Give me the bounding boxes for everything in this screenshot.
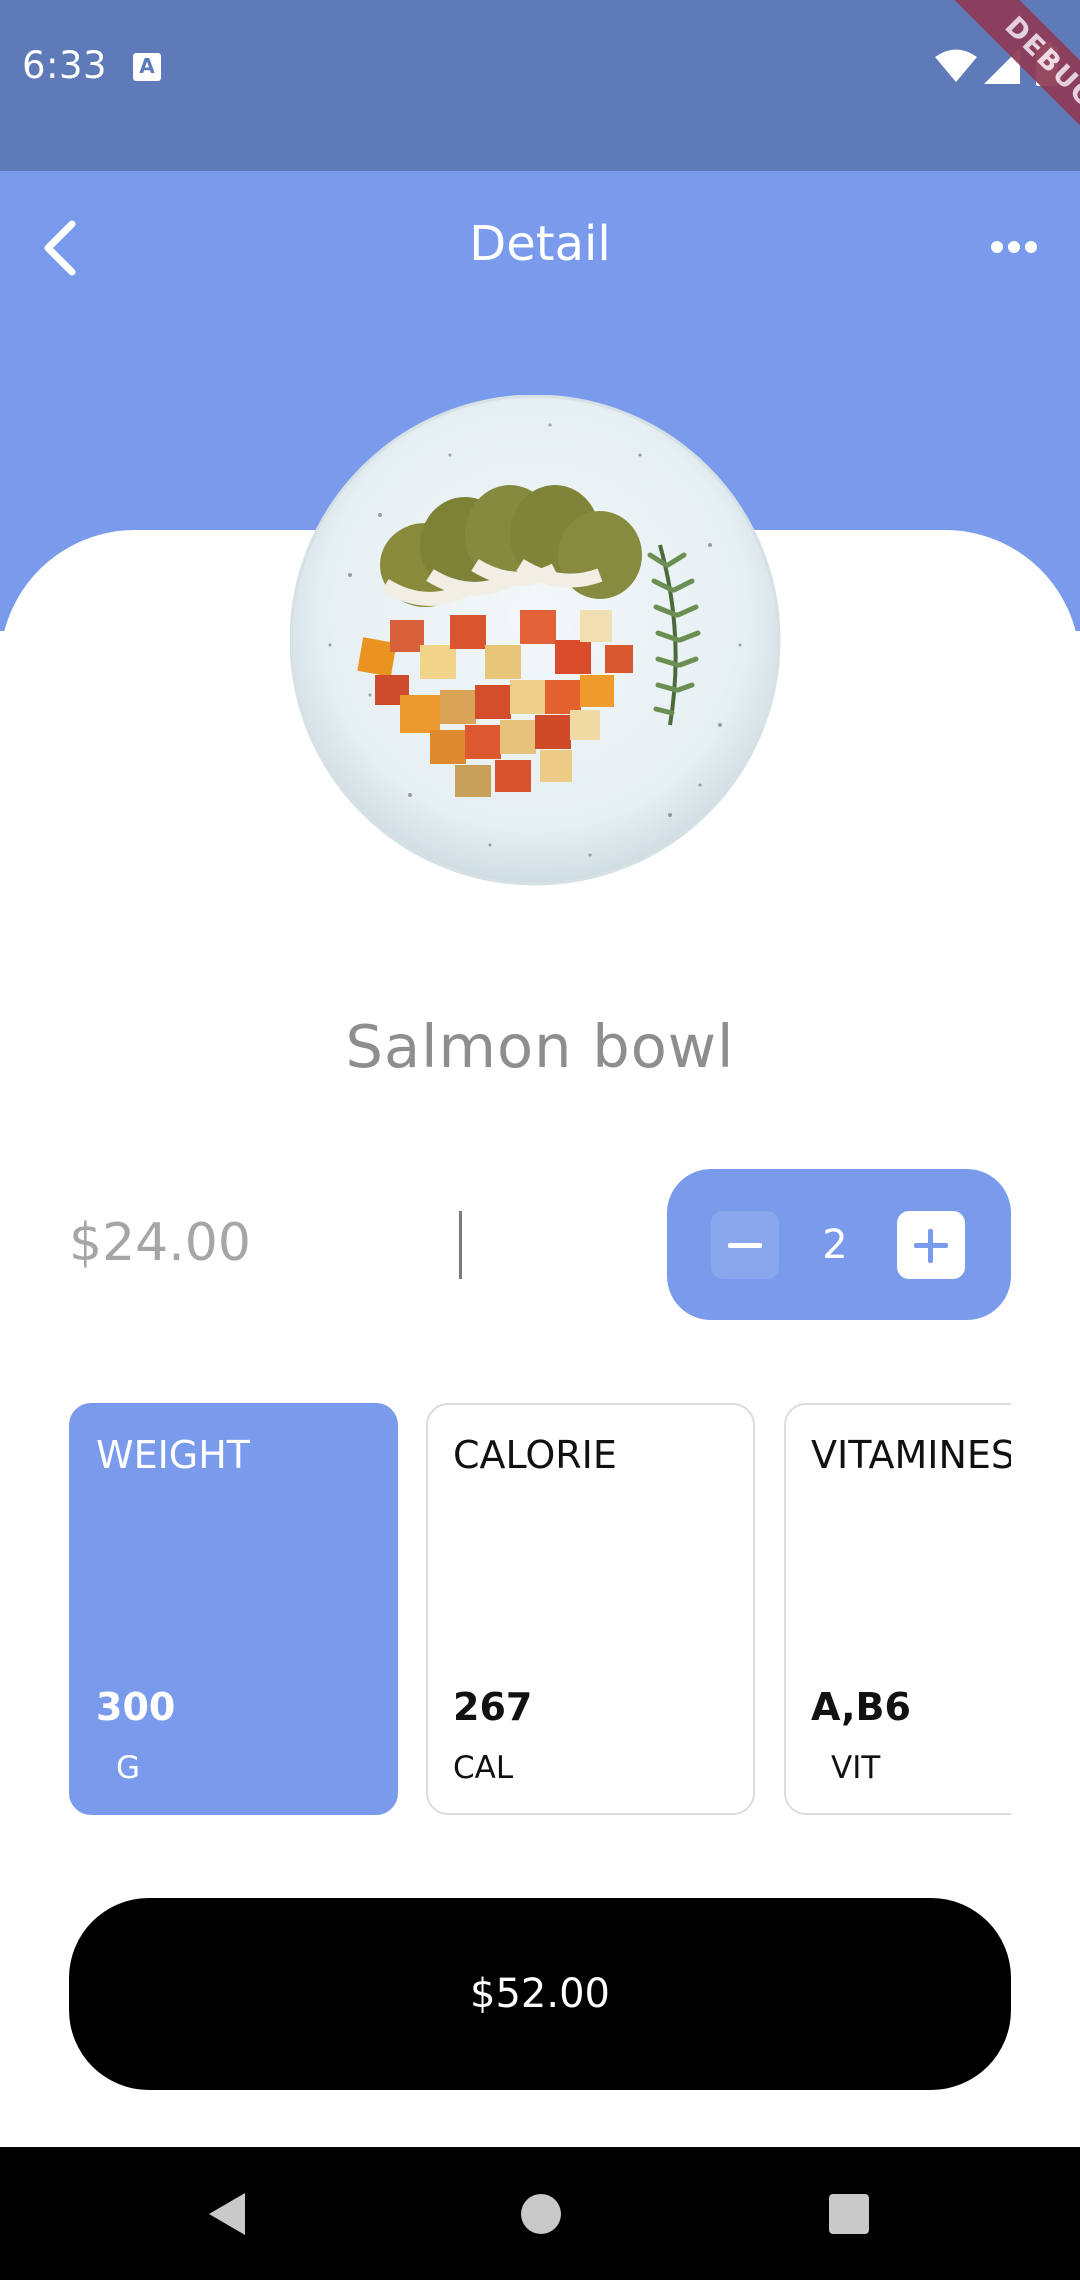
- food-plate-image: [290, 395, 781, 886]
- nav-home-icon[interactable]: [521, 2194, 561, 2234]
- card-unit: G: [116, 1750, 141, 1786]
- card-title: WEIGHT: [96, 1433, 251, 1477]
- card-title: CALORIE: [453, 1433, 617, 1477]
- plus-icon[interactable]: [897, 1211, 965, 1279]
- total-price-button[interactable]: $52.00: [69, 1898, 1011, 2090]
- card-unit: VIT: [831, 1750, 881, 1786]
- nav-back-icon[interactable]: [207, 2191, 247, 2237]
- more-horizontal-icon[interactable]: [990, 238, 1038, 256]
- card-value: A,B6: [811, 1685, 911, 1729]
- system-nav-bar: [0, 2147, 1080, 2280]
- quantity-value: 2: [822, 1222, 848, 1268]
- info-card-weight[interactable]: WEIGHT 300 G: [69, 1403, 398, 1815]
- unit-price: $24.00: [69, 1213, 251, 1273]
- card-unit: CAL: [453, 1750, 514, 1786]
- card-title: VITAMINES: [811, 1433, 1011, 1477]
- status-bar: 6:33 A DEBUG: [0, 0, 1080, 171]
- dish-name: Salmon bowl: [345, 1012, 735, 1081]
- nav-recents-icon[interactable]: [829, 2194, 869, 2234]
- card-value: 267: [453, 1685, 533, 1729]
- info-card-vitamines[interactable]: VITAMINES A,B6 VIT: [784, 1403, 1011, 1815]
- page-title: Detail: [469, 216, 611, 272]
- divider: [459, 1211, 462, 1279]
- quantity-stepper: 2: [667, 1169, 1011, 1320]
- info-card-calorie[interactable]: CALORIE 267 CAL: [426, 1403, 755, 1815]
- debug-ribbon-area: DEBUG: [0, 0, 1080, 171]
- minus-icon[interactable]: [711, 1211, 779, 1279]
- debug-banner: DEBUG: [941, 0, 1080, 171]
- card-value: 300: [96, 1685, 176, 1729]
- info-cards-list[interactable]: WEIGHT 300 G CALORIE 267 CAL VITAMINES A…: [69, 1403, 1011, 1815]
